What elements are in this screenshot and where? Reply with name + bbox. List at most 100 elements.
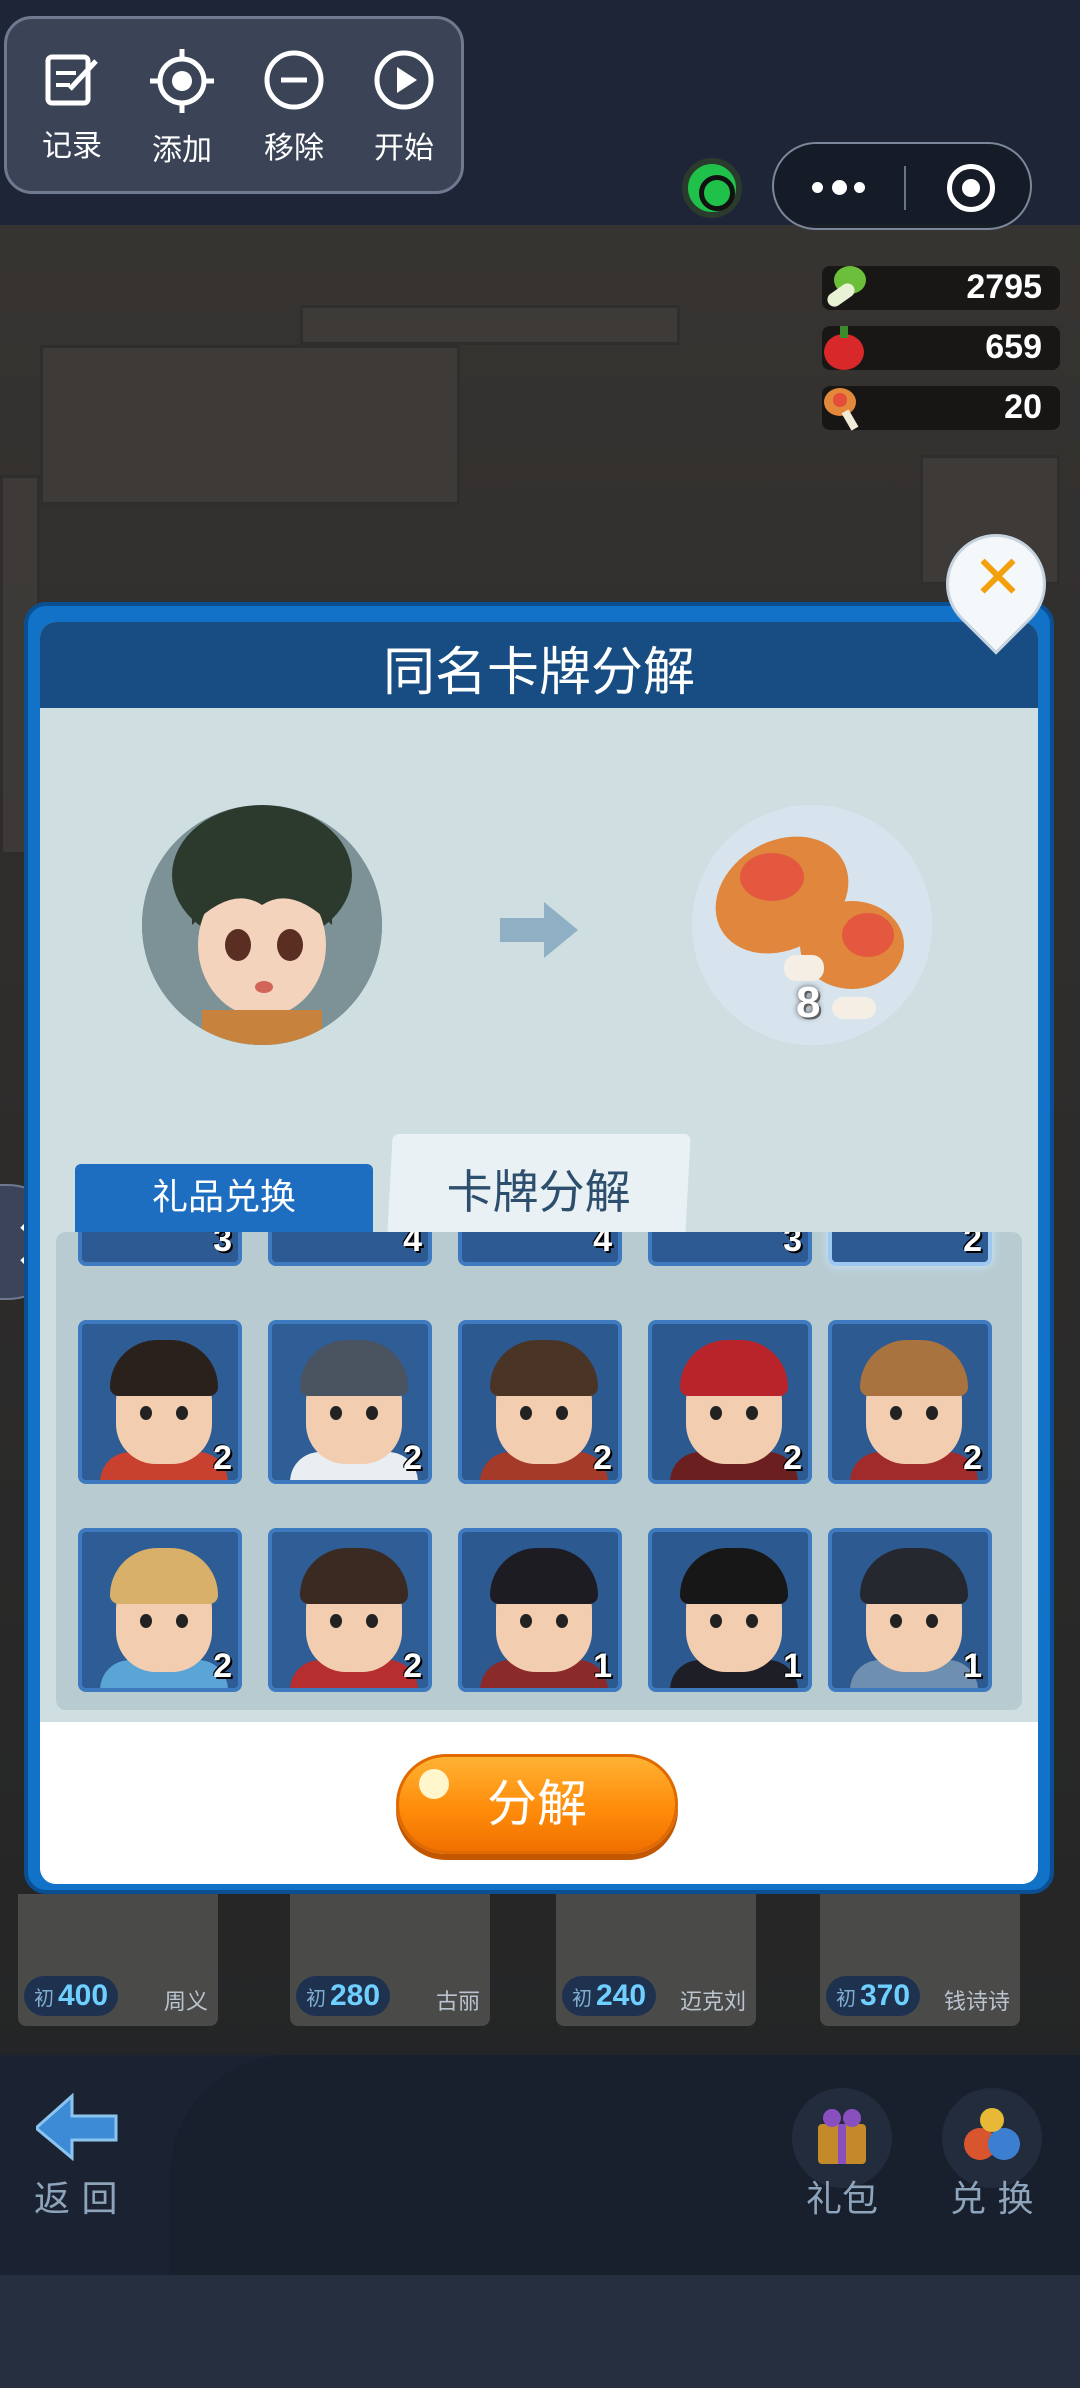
card-name: 迈克刘 xyxy=(679,1990,746,2015)
tab-card-decompose[interactable]: 卡牌分解 xyxy=(387,1134,691,1236)
character-eye xyxy=(176,1614,188,1628)
crosshair-icon xyxy=(150,49,214,113)
card-count: 2 xyxy=(963,1439,982,1477)
card-item[interactable]: 2 xyxy=(458,1320,622,1484)
card-item[interactable]: 1 xyxy=(458,1528,622,1692)
red-pepper-icon xyxy=(824,326,864,370)
card-name: 古丽 xyxy=(435,1990,480,2015)
character-avatar xyxy=(142,805,382,1045)
character-eye xyxy=(366,1614,378,1628)
card-count: 1 xyxy=(593,1647,612,1685)
card-level-badge: 初 280 xyxy=(296,1976,391,2016)
card-grid[interactable]: 3 4 4 3 2 2 2 2 2 2 2 2 1 1 1 xyxy=(56,1232,1022,1710)
card-count: 2 xyxy=(403,1647,422,1685)
button-gloss xyxy=(419,1769,449,1799)
card-item[interactable]: 2 xyxy=(78,1528,242,1692)
character-hair xyxy=(300,1548,408,1604)
background-card: 初 370 钱诗诗 xyxy=(820,1894,1020,2026)
character-hair xyxy=(680,1340,788,1396)
pepper-count: 659 xyxy=(985,328,1042,366)
card-level-badge: 初 240 xyxy=(562,1976,657,2016)
tab-gift-exchange[interactable]: 礼品兑换 xyxy=(75,1164,373,1232)
start-label: 开始 xyxy=(374,131,434,166)
remove-label: 移除 xyxy=(264,131,324,166)
system-nav-band xyxy=(0,2275,1080,2388)
character-eye xyxy=(710,1614,722,1628)
play-circle-icon xyxy=(374,50,434,110)
card-item[interactable]: 1 xyxy=(648,1528,812,1692)
character-hair xyxy=(680,1548,788,1604)
remove-button[interactable]: 移除 xyxy=(239,49,349,179)
start-button[interactable]: 开始 xyxy=(349,49,459,179)
decompose-button[interactable]: 分解 xyxy=(396,1754,678,1854)
reward-count: 8 xyxy=(796,978,821,1027)
card-count: 2 xyxy=(593,1439,612,1477)
character-eye xyxy=(330,1614,342,1628)
card-name: 钱诗诗 xyxy=(943,1990,1010,2015)
character-eye xyxy=(176,1406,188,1420)
card-count: 2 xyxy=(213,1647,232,1685)
card-item[interactable]: 2 xyxy=(828,1320,992,1484)
character-hair xyxy=(860,1340,968,1396)
character-eye xyxy=(556,1614,568,1628)
background-card: 初 240 迈克刘 xyxy=(556,1894,756,2026)
resource-drumstick: 20 xyxy=(822,386,1060,431)
card-count: 2 xyxy=(403,1439,422,1477)
more-options-button[interactable] xyxy=(774,144,904,232)
top-toolbar: 记录 添加 移除 开始 xyxy=(4,16,464,194)
record-label: 记录 xyxy=(42,129,102,164)
card-item-selected[interactable]: 2 xyxy=(828,1232,992,1266)
minus-circle-icon xyxy=(264,50,324,110)
character-hair xyxy=(110,1548,218,1604)
card-item[interactable]: 4 xyxy=(268,1232,432,1266)
add-button[interactable]: 添加 xyxy=(127,49,237,179)
resource-vegetable: 2795 xyxy=(822,266,1060,310)
character-eye xyxy=(926,1614,938,1628)
back-button[interactable]: 返 回 xyxy=(34,2170,117,2222)
close-icon[interactable]: ✕ xyxy=(968,548,1028,608)
card-item[interactable]: 2 xyxy=(78,1320,242,1484)
card-item[interactable]: 1 xyxy=(828,1528,992,1692)
arrow-right-icon xyxy=(500,902,578,958)
card-item[interactable]: 2 xyxy=(268,1320,432,1484)
card-count: 1 xyxy=(963,1647,982,1685)
drumstick-icon xyxy=(824,388,859,431)
card-item[interactable]: 2 xyxy=(268,1528,432,1692)
background-card: 初 400 周义 xyxy=(18,1894,218,2026)
character-eye xyxy=(330,1406,342,1420)
character-hair xyxy=(110,1340,218,1396)
close-miniprogram-icon[interactable] xyxy=(947,164,995,212)
card-item[interactable]: 3 xyxy=(78,1232,242,1266)
character-eye xyxy=(366,1406,378,1420)
character-eye xyxy=(746,1614,758,1628)
character-eye xyxy=(140,1406,152,1420)
chat-bubble-icon[interactable] xyxy=(682,158,742,218)
character-eye xyxy=(710,1406,722,1420)
modal-title: 同名卡牌分解 xyxy=(382,643,695,703)
gift-pack-label: 礼包 xyxy=(806,2179,879,2220)
card-item[interactable]: 4 xyxy=(458,1232,622,1266)
character-eye xyxy=(140,1614,152,1628)
character-eye xyxy=(520,1406,532,1420)
character-hair xyxy=(490,1548,598,1604)
character-hair xyxy=(300,1340,408,1396)
resource-pepper: 659 xyxy=(822,326,1060,370)
exchange-label: 兑 换 xyxy=(950,2179,1034,2220)
character-eye xyxy=(556,1406,568,1420)
card-item[interactable]: 3 xyxy=(648,1232,812,1266)
capsule-divider xyxy=(904,166,906,210)
card-count: 2 xyxy=(783,1439,802,1477)
card-name: 周义 xyxy=(163,1990,208,2015)
tab-gift-label: 礼品兑换 xyxy=(151,1177,296,1218)
card-level-badge: 初 370 xyxy=(826,1976,921,2016)
background-card: 初 280 古丽 xyxy=(290,1894,490,2026)
girl-portrait-icon xyxy=(142,805,382,1045)
card-item[interactable]: 2 xyxy=(648,1320,812,1484)
edit-note-icon xyxy=(45,54,98,106)
vegetable-count: 2795 xyxy=(966,268,1042,306)
card-level-badge: 初 400 xyxy=(24,1976,119,2016)
back-arrow-icon[interactable] xyxy=(36,2092,120,2162)
record-button[interactable]: 记录 xyxy=(17,49,127,179)
drumstick-count: 20 xyxy=(1004,388,1042,426)
character-hair xyxy=(490,1340,598,1396)
